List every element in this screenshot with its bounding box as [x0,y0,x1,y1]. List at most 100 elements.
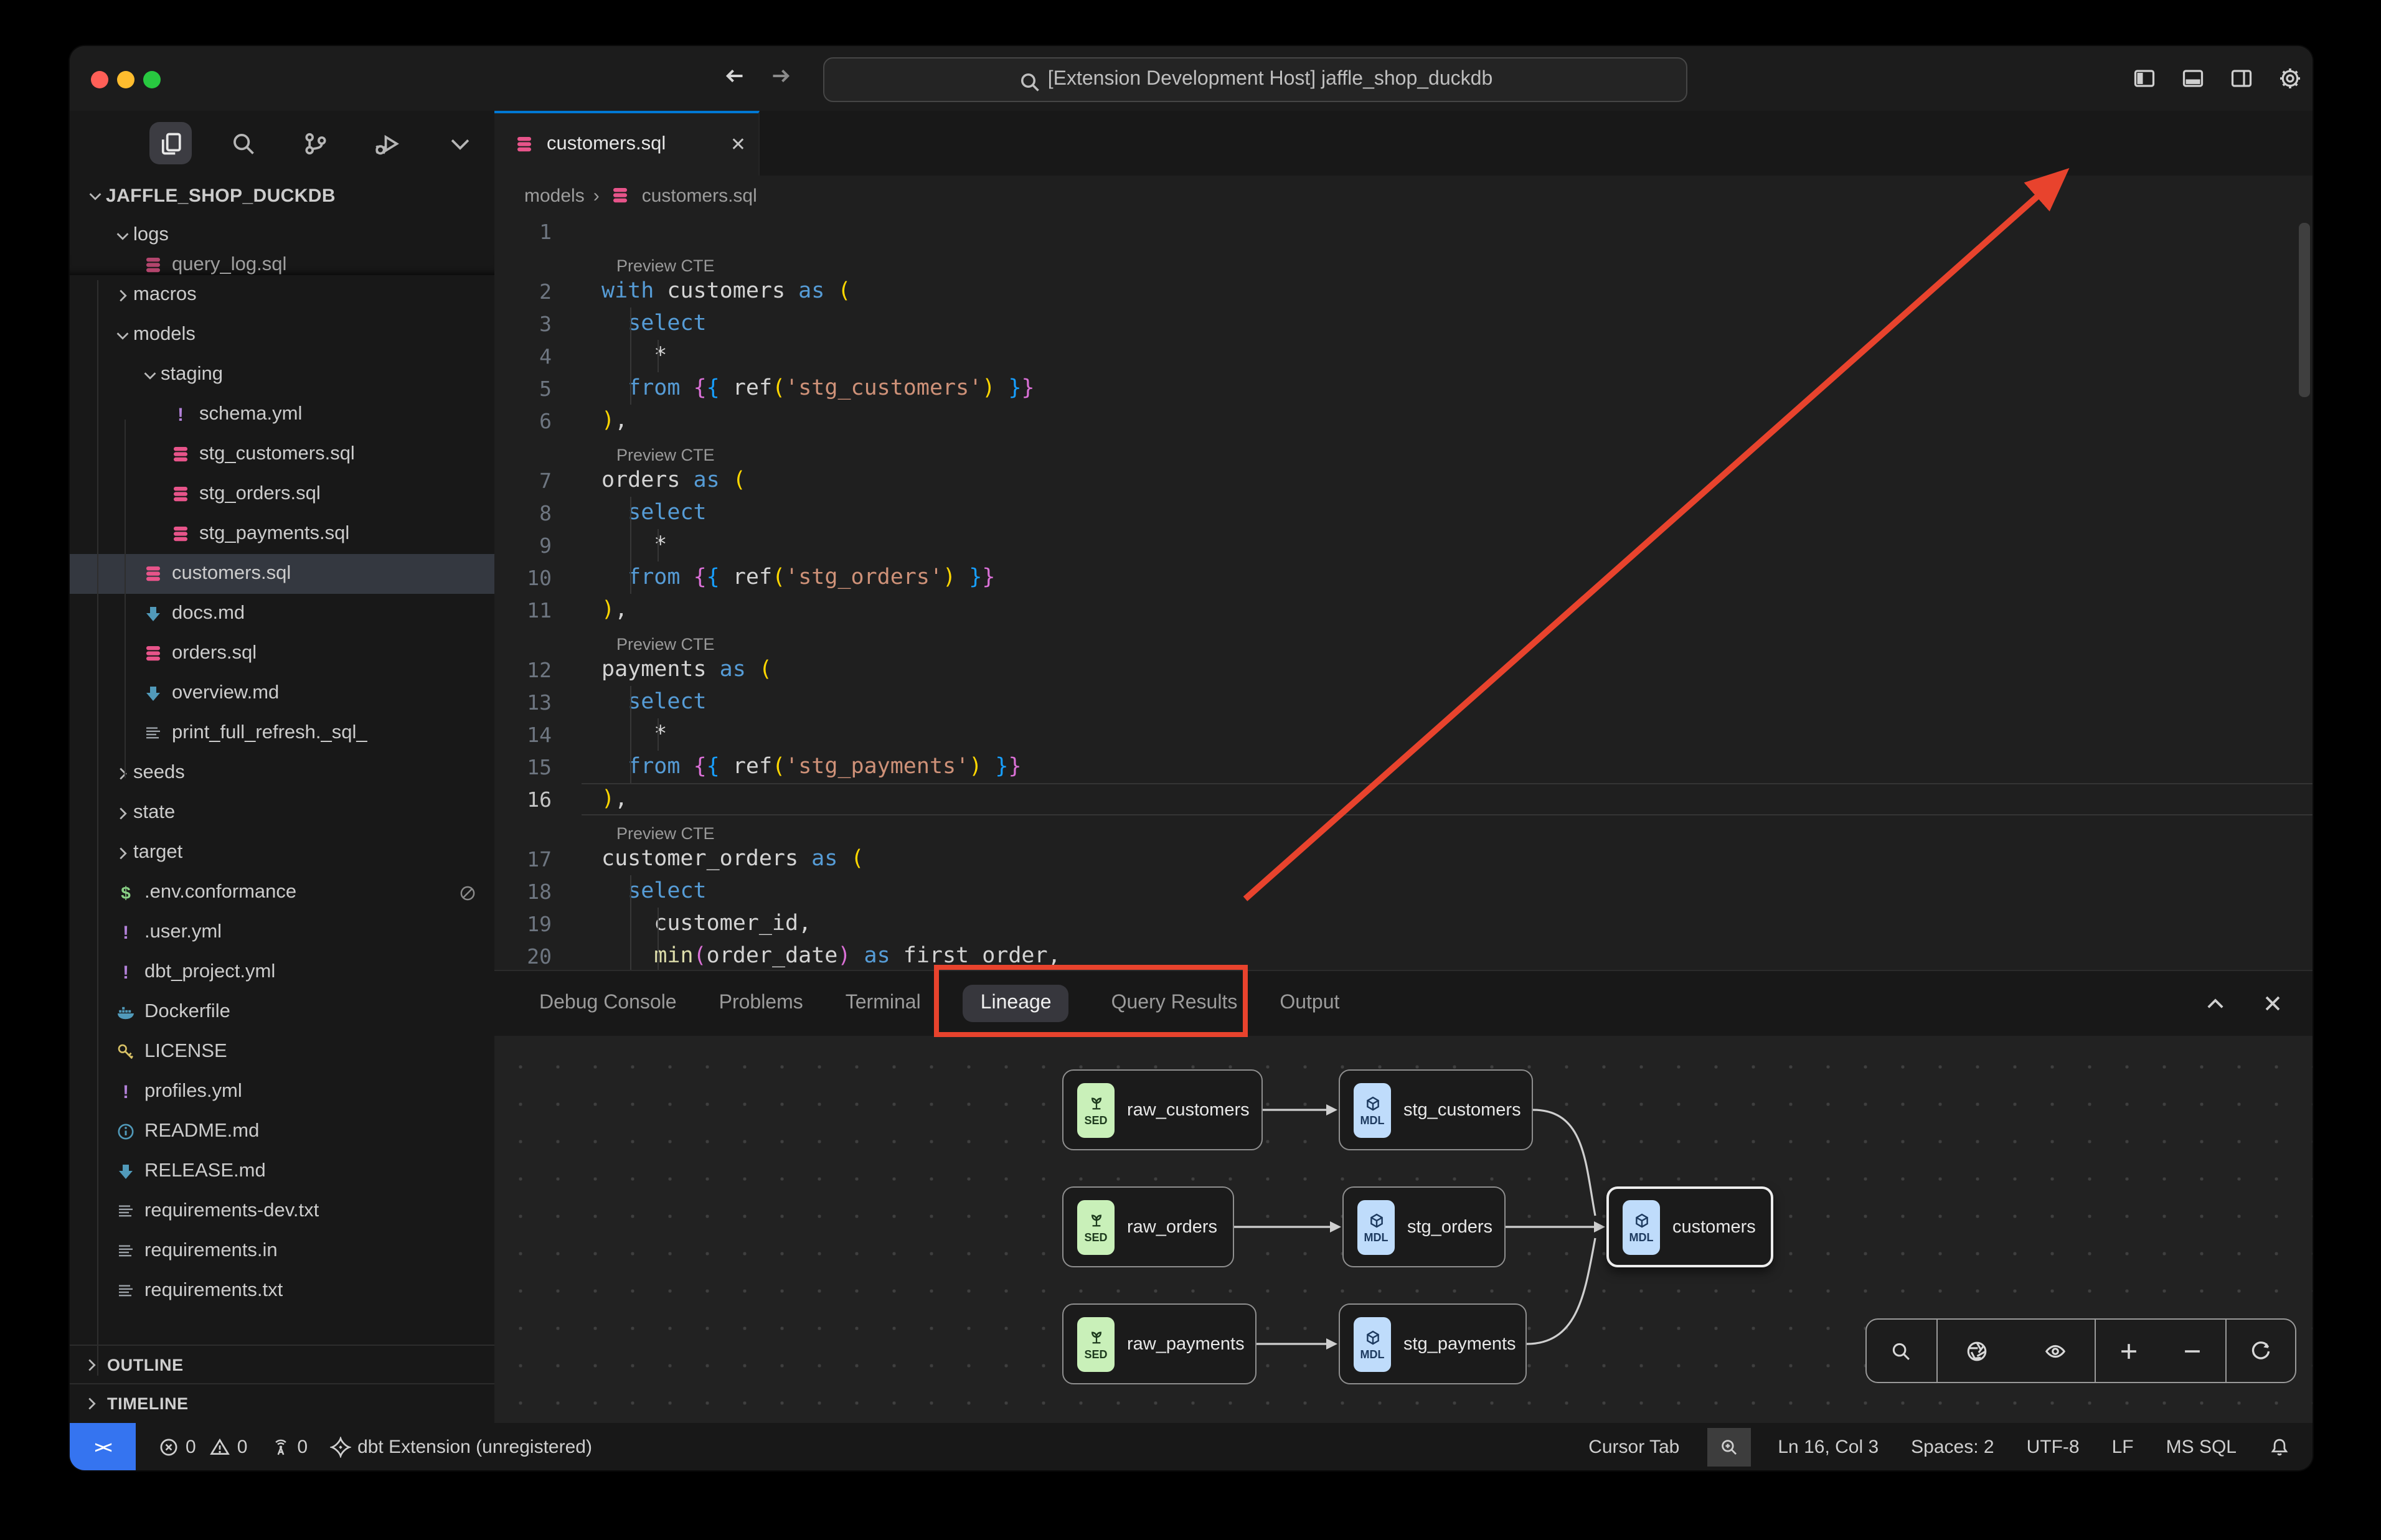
close-tab-icon[interactable]: ✕ [730,133,746,156]
refresh-icon[interactable] [2226,1339,2295,1363]
line-number: 10 [494,566,552,589]
tab-customers-sql[interactable]: customers.sql ✕ [494,111,760,176]
code-line-8: 8 select [494,497,2313,529]
eye-icon[interactable] [2016,1339,2095,1363]
seed-badge: SED [1077,1317,1115,1371]
search-icon[interactable] [1867,1339,1936,1363]
tree-item-requirements.txt[interactable]: requirements.txt [70,1271,494,1311]
lineage-node-stg_orders[interactable]: MDLstg_orders [1342,1186,1506,1267]
tree-item-requirements.in[interactable]: requirements.in [70,1231,494,1271]
lineage-node-raw_payments[interactable]: SEDraw_payments [1062,1303,1257,1384]
code-line-12: 12payments as ( [494,654,2313,686]
outline-section[interactable]: OUTLINE [70,1345,494,1384]
tree-item-Dockerfile[interactable]: Dockerfile [70,992,494,1032]
tree-item-.user.yml[interactable]: !.user.yml [70,913,494,952]
activity-search-icon[interactable] [222,122,264,164]
sql-file-icon [168,482,193,507]
codelens-preview-cte[interactable]: Preview CTE [494,626,2313,654]
activity-explorer-icon[interactable] [149,122,192,164]
tree-item-query_log.sql[interactable]: query_log.sql [70,255,494,275]
tree-item-JAFFLE_SHOP_DUCKDB[interactable]: JAFFLE_SHOP_DUCKDB [70,176,494,215]
lineage-canvas[interactable]: SEDraw_customers MDLstg_customers SEDraw_o… [494,1036,2313,1423]
lineage-node-stg_customers[interactable]: MDLstg_customers [1339,1069,1533,1150]
settings-gear-icon[interactable] [2278,66,2303,91]
tree-item-profiles.yml[interactable]: !profiles.yml [70,1072,494,1112]
editor-scrollbar[interactable] [2299,223,2310,397]
tree-item-docs.md[interactable]: docs.md [70,594,494,634]
status-lf[interactable]: LF [2112,1436,2134,1457]
tree-item-models[interactable]: models [70,315,494,355]
lineage-node-customers[interactable]: MDLcustomers [1606,1186,1773,1267]
tree-item-overview.md[interactable]: overview.md [70,674,494,713]
tree-item-LICENSE[interactable]: LICENSE [70,1032,494,1072]
forward-arrow-icon[interactable] [768,63,793,88]
bell-icon[interactable] [2269,1436,2290,1457]
close-icon[interactable] [2260,991,2285,1016]
back-arrow-icon[interactable] [722,63,747,88]
remote-indicator[interactable]: >< [70,1423,136,1470]
ports-status[interactable]: 0 [270,1436,308,1457]
status-utf-8[interactable]: UTF-8 [2027,1436,2080,1457]
zoom-out-minus-icon[interactable] [2161,1339,2225,1363]
status-ms-sql[interactable]: MS SQL [2166,1436,2237,1457]
status-spaces-2[interactable]: Spaces: 2 [1911,1436,1994,1457]
tree-item-target[interactable]: target [70,833,494,873]
status-ln-16-col-3[interactable]: Ln 16, Col 3 [1778,1436,1879,1457]
lineage-node-stg_payments[interactable]: MDLstg_payments [1339,1303,1527,1384]
layout-sidebar-right-icon[interactable] [2229,66,2254,91]
panel-tab-lineage[interactable]: Lineage [963,985,1069,1022]
panel-tab-debug-console[interactable]: Debug Console [539,992,677,1015]
zoom-in-plus-icon[interactable] [2096,1339,2161,1363]
indent-guide [658,529,659,561]
panel-tab-terminal[interactable]: Terminal [846,992,921,1015]
panel-tab-problems[interactable]: Problems [719,992,803,1015]
tree-item-README.md[interactable]: README.md [70,1112,494,1152]
breadcrumb-folder[interactable]: models [524,185,585,206]
codelens-preview-cte[interactable]: Preview CTE [494,815,2313,843]
tree-item-dbt_project.yml[interactable]: !dbt_project.yml [70,952,494,992]
codelens-preview-cte[interactable]: Preview CTE [494,248,2313,275]
yml-file-icon: ! [113,960,138,985]
zoom-in-icon[interactable] [1707,1427,1750,1466]
tree-item-staging[interactable]: staging [70,355,494,395]
dbt-extension-status[interactable]: dbt Extension (unregistered) [330,1436,592,1457]
breadcrumb[interactable]: models › customers.sql [494,176,2313,215]
folder-down [111,224,133,246]
tree-item-stg_orders.sql[interactable]: stg_orders.sql [70,474,494,514]
lineage-node-raw_customers[interactable]: SEDraw_customers [1062,1069,1263,1150]
source-control-icon [301,129,329,157]
activity-run-debug-icon[interactable] [366,122,408,164]
layout-panel-icon[interactable] [2181,66,2205,91]
tree-item-customers.sql[interactable]: customers.sql [70,554,494,594]
indent-guide [630,497,631,594]
status-cursor-tab[interactable]: Cursor Tab [1588,1436,1679,1457]
tree-item-.env.conformance[interactable]: $.env.conformance [70,873,494,913]
tree-item-macros[interactable]: macros [70,275,494,315]
tree-item-stg_customers.sql[interactable]: stg_customers.sql [70,434,494,474]
panel-tab-output[interactable]: Output [1280,992,1339,1015]
activity-source-control-icon[interactable] [294,122,336,164]
tree-item-requirements-dev.txt[interactable]: requirements-dev.txt [70,1191,494,1231]
traffic-lights[interactable] [91,71,161,88]
timeline-section[interactable]: TIMELINE [70,1383,494,1423]
layout-sidebar-left-icon[interactable] [2132,66,2157,91]
tree-item-seeds[interactable]: seeds [70,753,494,793]
outline-label: OUTLINE [107,1356,184,1374]
tree-item-orders.sql[interactable]: orders.sql [70,634,494,674]
panel-tab-query-results[interactable]: Query Results [1111,992,1238,1015]
tree-item-logs[interactable]: logs [70,215,494,255]
aperture-icon[interactable] [1937,1339,2016,1363]
diagnostics-status[interactable]: 00 [158,1436,247,1457]
command-center-search[interactable]: [Extension Development Host] jaffle_shop… [823,57,1687,102]
lineage-node-raw_orders[interactable]: SEDraw_orders [1062,1186,1234,1267]
tree-item-schema.yml[interactable]: !schema.yml [70,395,494,434]
tree-item-state[interactable]: state [70,793,494,833]
chevron-up-icon[interactable] [2203,991,2228,1016]
tree-item-stg_payments.sql[interactable]: stg_payments.sql [70,514,494,554]
breadcrumb-file[interactable]: customers.sql [642,185,757,206]
tree-item-RELEASE.md[interactable]: RELEASE.md [70,1152,494,1191]
activity-more-views-icon[interactable] [438,122,481,164]
bottom-panel: Debug Console Problems Terminal Lineage Quer… [494,970,2313,1423]
tree-item-print_full_refresh._sql_[interactable]: print_full_refresh._sql_ [70,713,494,753]
codelens-preview-cte[interactable]: Preview CTE [494,437,2313,464]
